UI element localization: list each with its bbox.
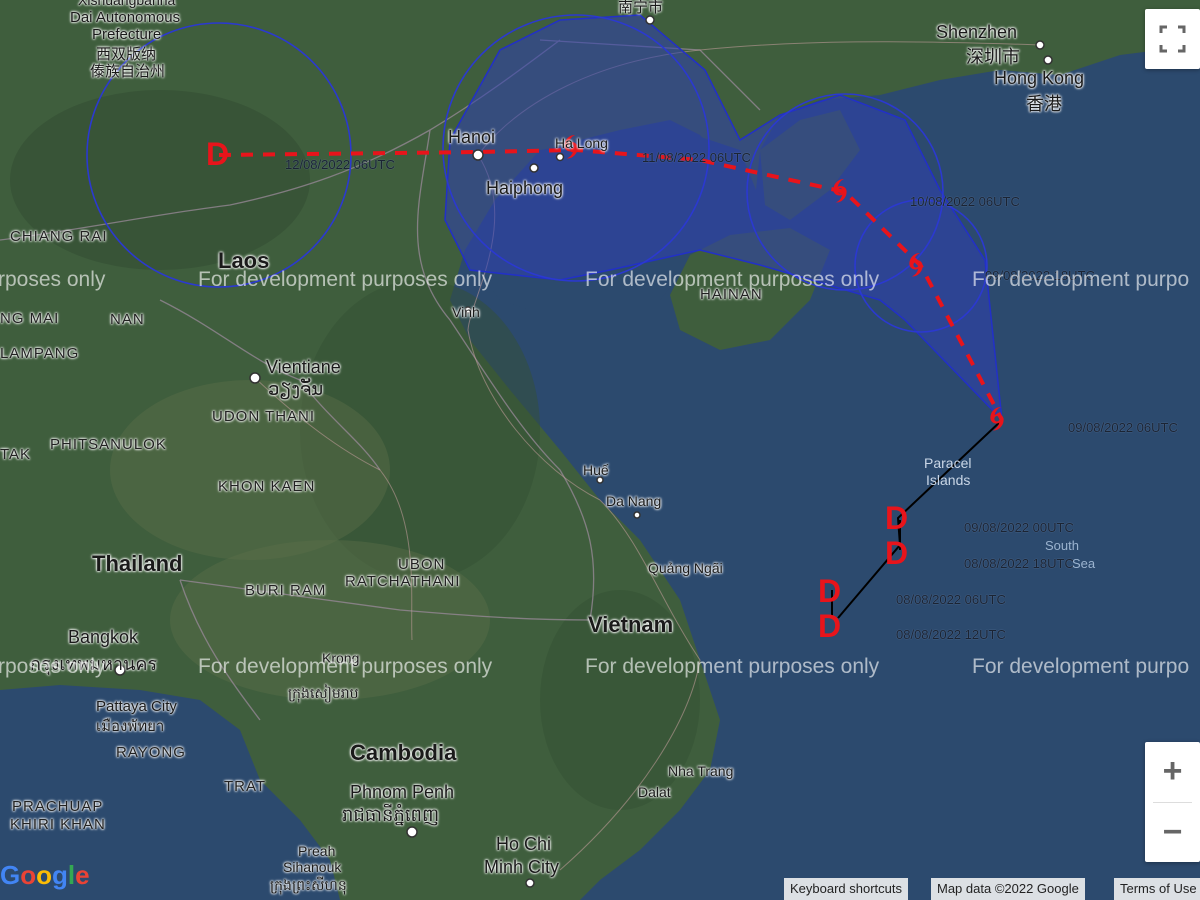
d-marker-12[interactable]: D bbox=[206, 136, 229, 173]
zoom-in-icon: + bbox=[1162, 752, 1183, 790]
keyboard-shortcuts-link[interactable]: Keyboard shortcuts bbox=[784, 878, 909, 900]
terrain-light bbox=[110, 380, 390, 560]
watermark: For development purpo bbox=[972, 268, 1190, 291]
label-vientiane: Vientiane bbox=[266, 357, 341, 377]
label-pattaya: Pattaya City bbox=[96, 698, 177, 715]
label-tak: TAK bbox=[0, 446, 32, 463]
label-dalat: Dalat bbox=[638, 784, 671, 800]
label-lampang: LAMPANG bbox=[0, 345, 80, 362]
label-hong-kong: Hong Kong bbox=[994, 68, 1085, 88]
city-dot-vientiane bbox=[249, 372, 261, 384]
label-rayong: RAYONG bbox=[116, 744, 186, 761]
city-dot-shenzhen bbox=[1035, 40, 1045, 50]
city-dot-danang bbox=[633, 511, 641, 519]
label-thailand: Thailand bbox=[92, 551, 183, 576]
label-haiphong: Haiphong bbox=[486, 178, 564, 198]
label-vietnam: Vietnam bbox=[588, 612, 674, 637]
label-ratchathani: RATCHATHANI bbox=[345, 573, 461, 590]
label-ha-long: Ha Long bbox=[555, 135, 608, 151]
label-islands: Islands bbox=[926, 472, 971, 488]
label-ubon: UBON bbox=[398, 556, 446, 573]
cyclone-marker-09-06[interactable]: 🌀︎ bbox=[989, 400, 1005, 439]
label-buri-ram: BURI RAM bbox=[245, 582, 327, 599]
label-shenzhen-cn: 深圳市 bbox=[966, 47, 1020, 67]
label-xishuangbanna-cn2: 傣族自治州 bbox=[90, 63, 166, 80]
watermark: For development purposes only bbox=[585, 655, 880, 678]
label-phnom-penh: Phnom Penh bbox=[350, 782, 455, 802]
label-phnom-penh-km: រាជធានីភ្នំពេញ bbox=[342, 805, 440, 825]
d-marker-09-00[interactable]: D bbox=[885, 500, 908, 537]
label-bangkok: Bangkok bbox=[68, 627, 139, 647]
google-logo[interactable]: Google bbox=[0, 860, 90, 891]
label-sea: Sea bbox=[1072, 556, 1096, 571]
label-da-nang: Da Nang bbox=[606, 493, 662, 509]
label-vientiane-lo: ວຽງຈັນ bbox=[268, 379, 324, 399]
label-khon-kaen: KHON KAEN bbox=[218, 478, 316, 495]
label-siem-reap-km: ក្រុងសៀមរាប bbox=[288, 685, 359, 701]
label-hanoi: Hanoi bbox=[448, 127, 496, 147]
terms-of-use-link[interactable]: Terms of Use bbox=[1114, 878, 1200, 900]
label-cambodia: Cambodia bbox=[350, 740, 457, 765]
label-sihanouk: Sihanouk bbox=[283, 859, 342, 875]
fullscreen-icon bbox=[1159, 25, 1186, 53]
label-khiri-khan: KHIRI KHAN bbox=[10, 816, 106, 833]
zoom-controls: + − bbox=[1145, 742, 1200, 862]
label-quang-ngai: Quảng Ngãi bbox=[648, 560, 723, 576]
d-marker-08-06[interactable]: D bbox=[818, 573, 841, 610]
label-udon-thani: UDON THANI bbox=[212, 408, 316, 425]
label-hue: Huế bbox=[583, 462, 609, 478]
label-dai-autonomous: Dai Autonomous bbox=[70, 9, 181, 26]
label-preah: Preah bbox=[298, 843, 336, 859]
timestamp-08-18: 08/08/2022 18UTC bbox=[964, 556, 1074, 571]
watermark: For development purposes only bbox=[585, 268, 880, 291]
label-hong-kong-cn: 香港 bbox=[1026, 94, 1062, 114]
timestamp-11-06: 11/08/2022 06UTC bbox=[642, 150, 751, 165]
label-nan: NAN bbox=[110, 311, 145, 328]
cyclone-marker-09-18[interactable]: 🌀︎ bbox=[908, 246, 924, 285]
label-shenzhen: Shenzhen bbox=[936, 22, 1018, 42]
watermark: For development purposes only bbox=[198, 655, 493, 678]
zoom-in-button[interactable]: + bbox=[1145, 742, 1200, 801]
city-dot-hongkong bbox=[1043, 55, 1053, 65]
timestamp-08-12: 08/08/2022 12UTC bbox=[896, 627, 1006, 642]
label-sihanouk-km: ក្រុងព្រះសីហនុ bbox=[270, 877, 347, 893]
timestamp-10-06: 10/08/2022 06UTC bbox=[910, 194, 1020, 209]
label-prachuap: PRACHUAP bbox=[12, 798, 104, 815]
map-data-attribution: Map data ©2022 Google bbox=[931, 878, 1085, 900]
label-vinh: Vinh bbox=[452, 304, 480, 320]
city-dot-hochiminh bbox=[525, 878, 535, 888]
timestamp-08-06: 08/08/2022 06UTC bbox=[896, 592, 1006, 607]
city-dot-haiphong bbox=[529, 163, 539, 173]
label-nanning: 南宁市 bbox=[618, 0, 664, 16]
label-xishuangbanna: Xishuangbanna bbox=[78, 0, 176, 8]
timestamp-12-06: 12/08/2022 06UTC bbox=[285, 157, 395, 172]
timestamp-09-00: 09/08/2022 00UTC bbox=[964, 520, 1074, 535]
watermark: rposes only bbox=[0, 655, 106, 678]
watermark: For development purpo bbox=[972, 655, 1190, 678]
fullscreen-button[interactable] bbox=[1145, 9, 1200, 69]
label-prefecture: Prefecture bbox=[92, 26, 162, 43]
label-paracel: Paracel bbox=[924, 455, 972, 471]
timestamp-09-06: 09/08/2022 06UTC bbox=[1068, 420, 1178, 435]
city-dot-nanning bbox=[645, 15, 655, 25]
d-marker-08-12[interactable]: D bbox=[818, 608, 841, 645]
zoom-out-button[interactable]: − bbox=[1145, 803, 1200, 862]
label-chiang-mai: NG MAI bbox=[0, 310, 60, 327]
watermark: rposes only bbox=[0, 268, 106, 291]
label-pattaya-th: เมืองพัทยา bbox=[96, 718, 165, 735]
city-dot-hanoi bbox=[472, 149, 484, 161]
watermark: For development purposes only bbox=[198, 268, 493, 291]
label-phitsanulok: PHITSANULOK bbox=[50, 436, 167, 453]
label-minh-city: Minh City bbox=[484, 857, 560, 877]
d-marker-08-18[interactable]: D bbox=[885, 535, 908, 572]
label-ho-chi: Ho Chi bbox=[496, 834, 552, 854]
label-nha-trang: Nha Trang bbox=[668, 763, 734, 779]
label-trat: TRAT bbox=[224, 778, 267, 795]
zoom-out-icon: − bbox=[1162, 813, 1183, 851]
cyclone-marker-10[interactable]: 🌀︎ bbox=[832, 172, 848, 211]
label-south: South bbox=[1045, 538, 1079, 553]
label-chiang-rai: CHIANG RAI bbox=[10, 228, 108, 245]
